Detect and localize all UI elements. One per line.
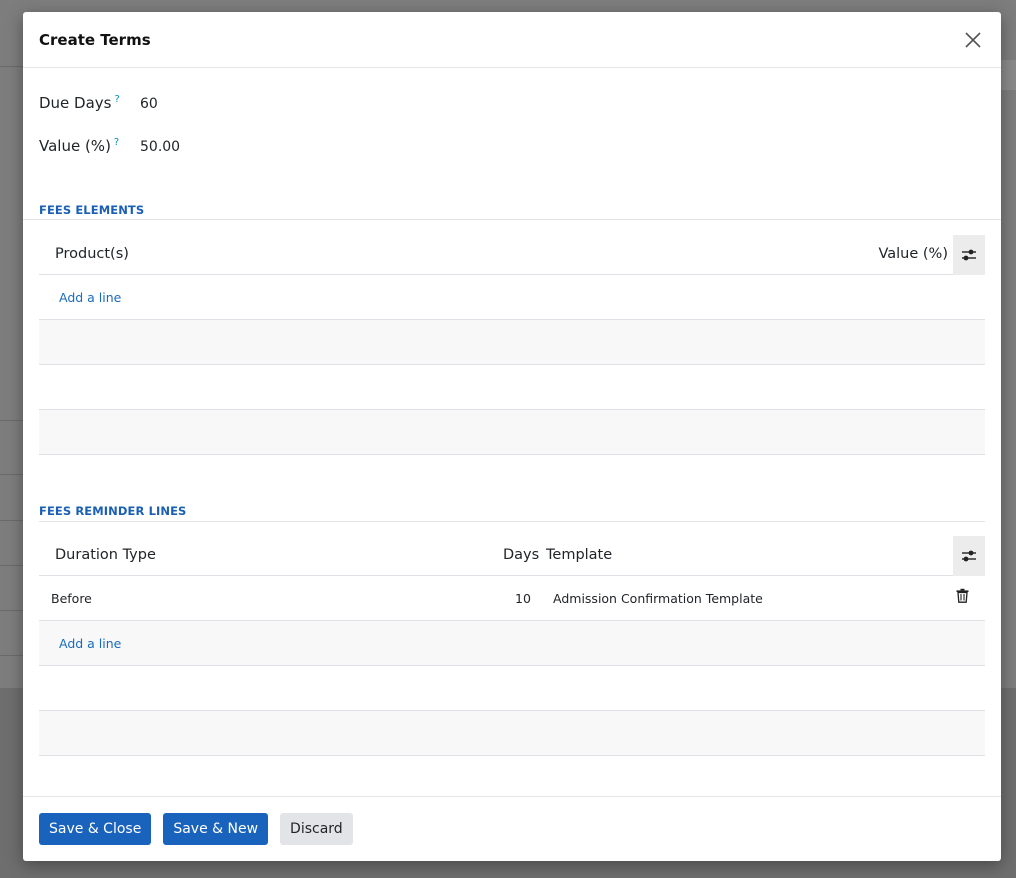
column-header-duration-type[interactable]: Duration Type: [55, 547, 156, 563]
table-header: Product(s) Value (%): [39, 235, 985, 275]
due-days-help[interactable]: ?: [115, 94, 120, 105]
due-days-label: Due Days: [39, 94, 112, 112]
value-percent-field: Value (%)? 50.00: [39, 137, 180, 155]
column-header-products[interactable]: Product(s): [55, 246, 129, 262]
create-terms-dialog: Create Terms Due Days? 60 Value (%)? 50.…: [23, 12, 1001, 861]
value-percent-label: Value (%): [39, 137, 111, 155]
column-header-value[interactable]: Value (%): [878, 246, 948, 262]
value-percent-help[interactable]: ?: [114, 137, 119, 148]
due-days-input[interactable]: 60: [140, 94, 158, 112]
fees-reminder-lines-table: Duration Type Days Template Before 10 Ad…: [39, 536, 985, 756]
fees-elements-title: FEES ELEMENTS: [39, 203, 145, 217]
fees-reminder-lines-title: FEES REMINDER LINES: [39, 504, 187, 518]
save-close-button[interactable]: Save & Close: [39, 813, 152, 845]
table-row[interactable]: Before 10 Admission Confirmation Templat…: [39, 576, 985, 621]
close-icon: [965, 31, 981, 48]
save-new-button[interactable]: Save & New: [163, 813, 269, 845]
add-line-row: Add a line: [39, 275, 985, 320]
sliders-icon: [962, 550, 976, 562]
close-button[interactable]: [959, 26, 987, 54]
empty-row: [39, 365, 985, 410]
template-cell: Admission Confirmation Template: [553, 591, 763, 606]
due-days-field: Due Days? 60: [39, 94, 158, 112]
empty-row: [39, 410, 985, 455]
empty-row: [39, 320, 985, 365]
duration-type-cell: Before: [51, 591, 92, 606]
dialog-footer: Save & Close Save & New Discard: [23, 796, 1001, 861]
days-cell: 10: [515, 591, 531, 606]
empty-row: [39, 666, 985, 711]
column-header-template[interactable]: Template: [546, 547, 612, 563]
sliders-icon: [962, 249, 976, 261]
fees-elements-table: Product(s) Value (%) Add a line: [39, 235, 985, 455]
trash-icon: [956, 588, 969, 603]
table-header: Duration Type Days Template: [39, 536, 985, 576]
background-tab: [1001, 60, 1016, 90]
empty-row: [39, 711, 985, 756]
value-percent-input[interactable]: 50.00: [140, 137, 180, 155]
section-divider: [39, 521, 985, 522]
column-header-days[interactable]: Days: [503, 547, 539, 563]
add-line-link[interactable]: Add a line: [59, 636, 121, 651]
section-divider: [23, 219, 1001, 220]
dialog-title: Create Terms: [39, 30, 151, 49]
discard-button[interactable]: Discard: [280, 813, 353, 845]
optional-columns-button[interactable]: [953, 235, 985, 275]
optional-columns-button[interactable]: [953, 536, 985, 576]
add-line-link[interactable]: Add a line: [59, 290, 121, 305]
delete-row-button[interactable]: [956, 588, 970, 604]
add-line-row: Add a line: [39, 621, 985, 666]
dialog-header: Create Terms: [23, 12, 1001, 68]
